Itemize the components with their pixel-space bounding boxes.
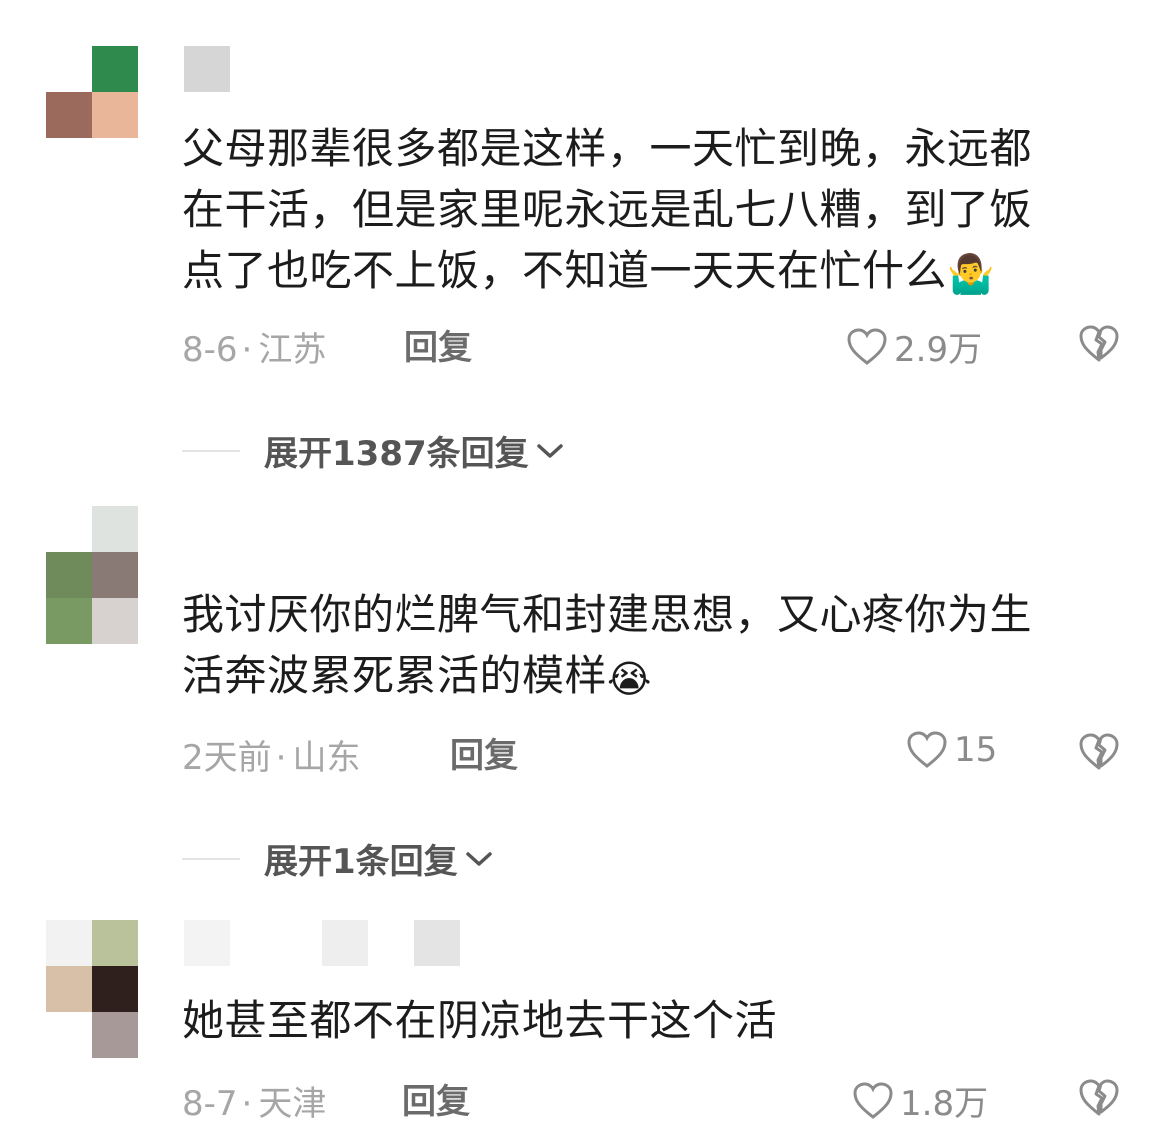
comment-text: 我讨厌你的烂脾气和封建思想，又心疼你为生 活奔波累死累活的模样😭	[182, 590, 1033, 701]
heart-outline-icon	[847, 327, 887, 365]
like-count: 2.9万	[894, 330, 983, 370]
divider-line	[182, 857, 240, 860]
broken-heart-icon	[1079, 733, 1119, 770]
broken-heart-icon	[1079, 325, 1119, 362]
comment-location: 山东	[292, 738, 361, 778]
like-button[interactable]: 15	[906, 730, 997, 770]
comment-meta: 2天前 · 山东	[182, 730, 360, 779]
dislike-button[interactable]	[1078, 732, 1120, 776]
chevron-down-icon	[465, 851, 492, 866]
broken-heart-icon	[1079, 1079, 1119, 1116]
comment-location: 江苏	[258, 330, 327, 370]
comment-meta: 8-6 · 江苏	[182, 322, 326, 371]
like-count: 15	[954, 730, 998, 770]
crying-emoji: 😭	[607, 657, 652, 701]
comment-date: 2天前	[182, 738, 272, 778]
reply-button[interactable]: 回复	[402, 1074, 470, 1123]
reply-button[interactable]: 回复	[450, 728, 518, 777]
like-button[interactable]: 1.8万	[852, 1076, 988, 1125]
reply-button[interactable]: 回复	[404, 320, 472, 369]
avatar[interactable]	[46, 46, 138, 138]
comment-text: 父母那辈很多都是这样，一天忙到晚，永远都 在干活，但是家里呢永远是乱七八糟，到了…	[182, 124, 1033, 296]
heart-outline-icon	[907, 731, 947, 768]
like-button[interactable]: 2.9万	[846, 322, 982, 371]
comment-date: 8-7	[182, 1084, 238, 1124]
shrug-emoji: 🤷‍♂️	[947, 252, 995, 296]
comment-location: 天津	[258, 1084, 327, 1124]
expand-replies[interactable]: 展开1387条回复	[182, 426, 565, 475]
dislike-button[interactable]	[1078, 324, 1120, 368]
comment-date: 8-6	[182, 330, 238, 370]
avatar[interactable]	[46, 920, 138, 1058]
avatar[interactable]	[46, 506, 138, 644]
dislike-button[interactable]	[1078, 1078, 1120, 1122]
chevron-down-icon	[536, 443, 563, 458]
comment-text: 她甚至都不在阴凉地去干这个活	[182, 996, 778, 1045]
divider-line	[182, 449, 240, 452]
comment-meta: 8-7 · 天津	[182, 1076, 326, 1125]
like-count: 1.8万	[900, 1084, 989, 1124]
heart-outline-icon	[853, 1081, 893, 1119]
expand-replies[interactable]: 展开1条回复	[182, 834, 494, 883]
